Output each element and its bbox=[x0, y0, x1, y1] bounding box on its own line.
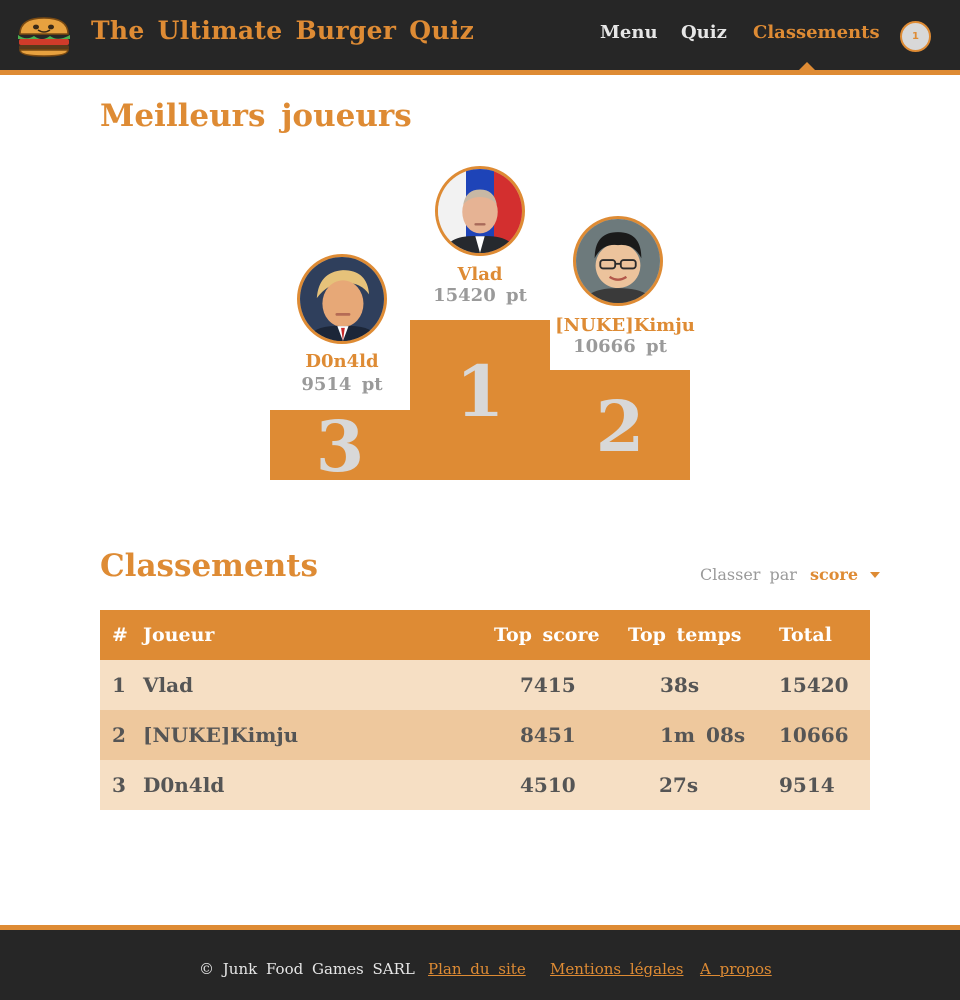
player-avatar-second[interactable] bbox=[573, 216, 663, 306]
column-header-top-time[interactable]: Top temps bbox=[628, 624, 741, 646]
row-player[interactable]: D0n4ld bbox=[143, 773, 224, 797]
table-row[interactable]: 1 Vlad 7415 38s 15420 bbox=[100, 660, 870, 710]
table-header-row: # Joueur Top score Top temps Total bbox=[100, 610, 870, 660]
row-top-time: 27s bbox=[659, 773, 699, 797]
player-avatar-first[interactable] bbox=[435, 166, 525, 256]
podium-rank-second: 2 bbox=[595, 385, 645, 468]
footer-link-legal[interactable]: Mentions légales bbox=[550, 960, 683, 978]
user-avatar-badge[interactable]: 1 bbox=[900, 21, 931, 52]
column-header-player[interactable]: Joueur bbox=[143, 624, 214, 646]
table-row[interactable]: 3 D0n4ld 4510 27s 9514 bbox=[100, 760, 870, 810]
chevron-down-icon bbox=[870, 571, 881, 578]
nav-classements[interactable]: Classements bbox=[753, 22, 880, 43]
site-footer: © Junk Food Games SARL Plan du site Ment… bbox=[0, 925, 960, 1000]
row-top-time: 38s bbox=[660, 673, 700, 697]
footer-link-about[interactable]: A propos bbox=[700, 960, 772, 978]
podium-title: Meilleurs joueurs bbox=[100, 98, 412, 134]
row-top-time: 1m 08s bbox=[660, 723, 746, 747]
nav-quiz[interactable]: Quiz bbox=[681, 22, 727, 43]
active-nav-indicator bbox=[799, 62, 815, 70]
row-rank: 1 bbox=[112, 673, 126, 697]
column-header-rank[interactable]: # bbox=[112, 624, 128, 646]
copyright-text: © Junk Food Games SARL bbox=[199, 960, 415, 978]
burger-logo-icon[interactable] bbox=[16, 14, 72, 58]
podium-score-third: 9514 pt bbox=[301, 374, 383, 395]
sort-selected-value: score bbox=[810, 565, 859, 584]
row-total: 9514 bbox=[779, 773, 835, 797]
rankings-table: # Joueur Top score Top temps Total 1 Vla… bbox=[100, 610, 870, 810]
podium-name-first: Vlad bbox=[457, 264, 503, 285]
row-total: 10666 bbox=[779, 723, 849, 747]
table-row[interactable]: 2 [NUKE]Kimju 8451 1m 08s 10666 bbox=[100, 710, 870, 760]
rankings-title: Classements bbox=[100, 548, 318, 584]
sort-label: Classer par bbox=[700, 565, 797, 584]
row-player[interactable]: [NUKE]Kimju bbox=[143, 723, 298, 747]
row-top-score: 8451 bbox=[520, 723, 576, 747]
nav-menu[interactable]: Menu bbox=[600, 22, 658, 43]
top-navbar: The Ultimate Burger Quiz Menu Quiz Class… bbox=[0, 0, 960, 75]
sort-dropdown[interactable]: score bbox=[810, 565, 881, 584]
row-rank: 3 bbox=[112, 773, 126, 797]
footer-link-sitemap[interactable]: Plan du site bbox=[428, 960, 526, 978]
player-avatar-third[interactable] bbox=[297, 254, 387, 344]
column-header-top-score[interactable]: Top score bbox=[494, 624, 600, 646]
column-header-total[interactable]: Total bbox=[779, 624, 832, 646]
row-rank: 2 bbox=[112, 723, 126, 747]
row-total: 15420 bbox=[779, 673, 849, 697]
row-player[interactable]: Vlad bbox=[143, 673, 193, 697]
podium-name-second: [NUKE]Kimju bbox=[555, 315, 695, 336]
podium-score-second: 10666 pt bbox=[573, 336, 667, 357]
row-top-score: 4510 bbox=[520, 773, 576, 797]
row-top-score: 7415 bbox=[520, 673, 576, 697]
podium-score-first: 15420 pt bbox=[433, 285, 527, 306]
site-brand-title[interactable]: The Ultimate Burger Quiz bbox=[91, 16, 474, 45]
podium-rank-third: 3 bbox=[315, 405, 365, 488]
podium-name-third: D0n4ld bbox=[305, 351, 379, 372]
podium-rank-first: 1 bbox=[455, 350, 505, 433]
